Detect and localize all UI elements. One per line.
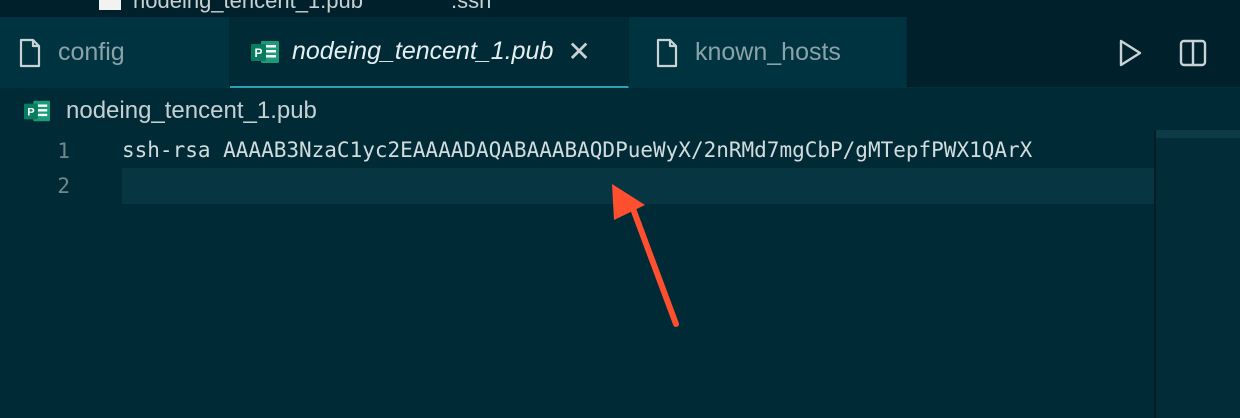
minimap[interactable]: [1154, 130, 1240, 418]
code-line[interactable]: ssh-rsa AAAAB3NzaC1yc2EAAAADAQABAAABAQDP…: [122, 133, 1154, 168]
breadcrumb[interactable]: P nodeing_tencent_1.pub: [22, 96, 317, 126]
code-line[interactable]: [122, 168, 1154, 203]
code-editor[interactable]: 1 ssh-rsa AAAAB3NzaC1yc2EAAAADAQABAAABAQ…: [0, 130, 1240, 418]
editor-tab-bar: config P nodeing_tencent_1.pub ✕ known_h…: [0, 17, 1240, 88]
play-icon: [1119, 39, 1142, 66]
editor-actions: [1114, 17, 1240, 88]
tab-label: nodeing_tencent_1.pub: [292, 37, 554, 65]
window-titlebar: nodeing_tencent_1.pub .ssh: [0, 0, 1240, 17]
tab-label: known_hosts: [695, 38, 841, 66]
svg-text:P: P: [27, 107, 35, 119]
tab-known-hosts[interactable]: known_hosts: [629, 17, 907, 88]
file-icon: [99, 0, 121, 10]
breadcrumb-file-name: nodeing_tencent_1.pub: [66, 97, 317, 124]
line-number: 2: [57, 174, 70, 198]
minimap-slider[interactable]: [1156, 130, 1240, 138]
file-icon: [19, 38, 41, 67]
file-icon: [656, 38, 678, 67]
publisher-icon: P: [251, 40, 279, 63]
titlebar-folder-name: .ssh: [451, 0, 492, 13]
publisher-icon: P: [24, 100, 50, 122]
tab-label: config: [58, 38, 125, 66]
close-icon[interactable]: ✕: [567, 37, 590, 66]
tab-config[interactable]: config: [0, 17, 230, 88]
tab-nodeing-tencent-1-pub[interactable]: P nodeing_tencent_1.pub ✕: [230, 17, 629, 88]
split-editor-button[interactable]: [1177, 37, 1209, 69]
line-number: 1: [57, 139, 70, 163]
split-editor-icon: [1179, 39, 1207, 66]
svg-text:P: P: [254, 46, 262, 60]
titlebar-file-name: nodeing_tencent_1.pub: [133, 0, 363, 13]
run-button[interactable]: [1114, 37, 1146, 69]
